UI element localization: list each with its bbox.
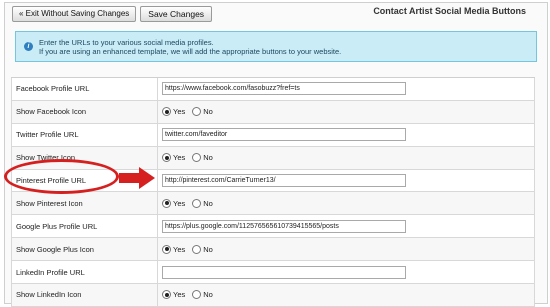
radio-label: Yes — [173, 153, 186, 163]
form-row-show-pinterest: Show Pinterest Icon Yes No — [11, 192, 535, 216]
radio-label: No — [203, 244, 213, 254]
radio-label: Yes — [173, 290, 186, 300]
twitter-no-radio[interactable] — [192, 153, 202, 163]
field-label: Show Facebook Icon — [12, 100, 158, 123]
exit-without-saving-button[interactable]: « Exit Without Saving Changes — [12, 6, 137, 22]
info-line-1: Enter the URLs to your various social me… — [39, 37, 214, 47]
form-row-show-googleplus: Show Google Plus Icon Yes No — [11, 238, 535, 262]
pinterest-url-input[interactable]: http://pinterest.com/CarrieTurner13/ — [162, 174, 406, 187]
save-changes-button[interactable]: Save Changes — [140, 6, 213, 22]
info-text: Enter the URLs to your various social me… — [39, 38, 341, 56]
info-line-2: If you are using an enhanced template, w… — [39, 46, 342, 56]
field-label: Pinterest Profile URL — [12, 169, 158, 192]
field-label: Show Google Plus Icon — [12, 238, 158, 261]
form-row-pinterest-url: Pinterest Profile URL http://pinterest.c… — [11, 169, 535, 193]
form-row-show-linkedin: Show LinkedIn Icon Yes No — [11, 284, 535, 307]
field-label: Show Twitter Icon — [12, 146, 158, 169]
form-row-show-facebook: Show Facebook Icon Yes No — [11, 100, 535, 124]
pinterest-yes-radio[interactable] — [162, 198, 171, 208]
page-title: Contact Artist Social Media Buttons — [373, 6, 526, 16]
radio-label: Yes — [173, 198, 186, 208]
facebook-yes-radio[interactable] — [162, 107, 171, 117]
form-row-facebook-url: Facebook Profile URL https://www.faceboo… — [11, 78, 535, 101]
form-row-googleplus-url: Google Plus Profile URL https://plus.goo… — [11, 215, 535, 239]
info-icon: i — [24, 42, 33, 51]
info-box: i Enter the URLs to your various social … — [15, 31, 537, 62]
form-row-linkedin-url: LinkedIn Profile URL — [11, 261, 535, 285]
facebook-url-input[interactable]: https://www.facebook.com/fasobuzz?fref=t… — [162, 82, 406, 96]
radio-label: Yes — [173, 107, 186, 117]
radio-label: No — [203, 153, 213, 163]
radio-label: No — [203, 107, 213, 117]
googleplus-url-input[interactable]: https://plus.google.com/1125765656107394… — [162, 219, 406, 233]
field-label: Facebook Profile URL — [12, 78, 158, 100]
form-row-show-twitter: Show Twitter Icon Yes No — [11, 146, 535, 170]
radio-label: No — [203, 290, 213, 300]
radio-label: No — [203, 198, 213, 208]
linkedin-url-input[interactable] — [162, 265, 406, 279]
twitter-url-input[interactable]: twitter.com/faveditor — [162, 128, 406, 142]
googleplus-no-radio[interactable] — [192, 244, 202, 254]
field-label: LinkedIn Profile URL — [12, 261, 158, 284]
field-label: Google Plus Profile URL — [12, 215, 158, 238]
form-row-twitter-url: Twitter Profile URL twitter.com/favedito… — [11, 123, 535, 147]
googleplus-yes-radio[interactable] — [162, 244, 171, 254]
field-label: Twitter Profile URL — [12, 123, 158, 146]
field-label: Show LinkedIn Icon — [12, 284, 158, 306]
field-label: Show Pinterest Icon — [12, 192, 158, 215]
social-media-form: Facebook Profile URL https://www.faceboo… — [11, 77, 535, 307]
linkedin-yes-radio[interactable] — [162, 290, 171, 300]
toolbar: « Exit Without Saving Changes Save Chang… — [12, 6, 213, 22]
facebook-no-radio[interactable] — [192, 107, 202, 117]
linkedin-no-radio[interactable] — [192, 290, 202, 300]
twitter-yes-radio[interactable] — [162, 153, 171, 163]
pinterest-no-radio[interactable] — [192, 198, 202, 208]
radio-label: Yes — [173, 244, 186, 254]
